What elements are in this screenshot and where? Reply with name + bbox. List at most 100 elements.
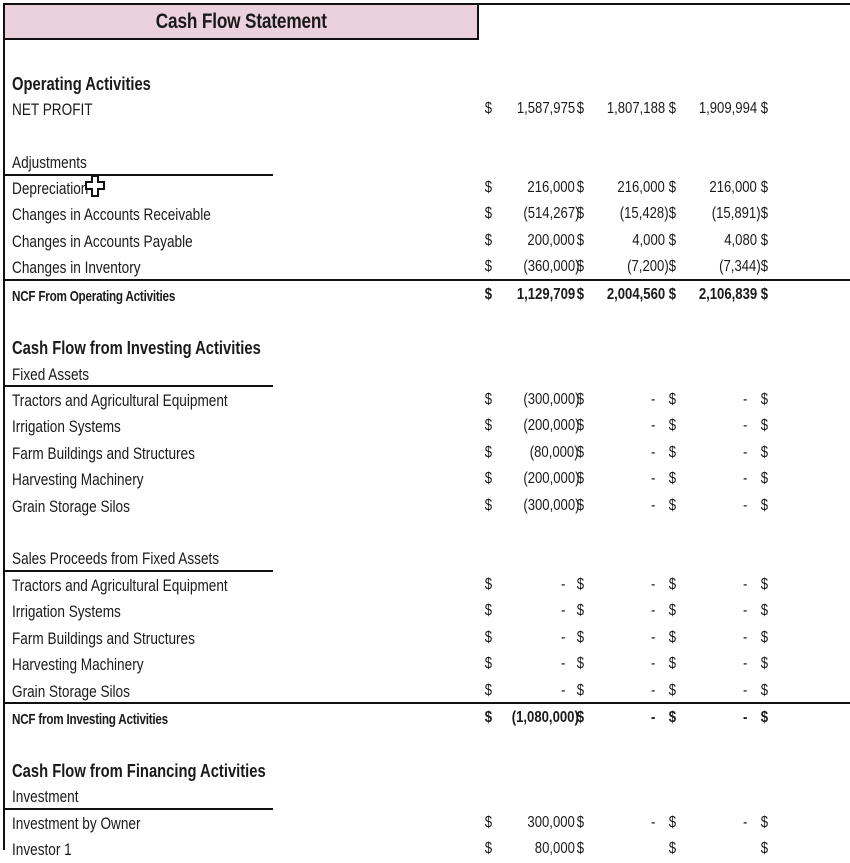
adjustment-row-label: Depreciation	[12, 179, 89, 198]
value-cell[interactable]: -	[651, 682, 655, 700]
value-cell[interactable]: -	[651, 417, 655, 435]
fixed-asset-row[interactable]: Irrigation Systems $ $ $ $ (200,000) - -	[5, 414, 850, 440]
value-cell[interactable]: (200,000)	[523, 417, 579, 435]
financing-heading[interactable]: Cash Flow from Financing Activities	[5, 758, 850, 784]
sales-proceeds-row[interactable]: Farm Buildings and Structures $ $ $ $ - - -	[5, 626, 850, 652]
value-cell[interactable]: -	[743, 655, 747, 673]
value-cell[interactable]: (15,428)	[620, 205, 669, 223]
investment-label[interactable]: Investment	[5, 784, 850, 810]
adjustment-row[interactable]: Depreciation $ $ $ $216,000 216,000 216,000	[5, 176, 850, 202]
investing-heading[interactable]: Cash Flow from Investing Activities	[5, 335, 850, 361]
value-cell[interactable]: -	[743, 444, 747, 462]
value-cell[interactable]: -	[743, 470, 747, 488]
value-cell[interactable]: (7,344)	[719, 258, 761, 276]
value-cell[interactable]: -	[743, 576, 747, 594]
value-cell[interactable]: 1,129,709	[517, 286, 575, 304]
currency-symbol: $	[668, 443, 677, 461]
sales-proceeds-row[interactable]: Irrigation Systems $ $ $ $ - - -	[5, 599, 850, 625]
sales-proceeds-row-label: Farm Buildings and Structures	[12, 628, 195, 648]
sales-proceeds-row[interactable]: Grain Storage Silos $ $ $ $ - - -	[5, 679, 850, 705]
currency-symbol: $	[576, 100, 585, 117]
value-cell[interactable]: -	[651, 470, 655, 488]
ncf-operating-row[interactable]: NCF From Operating Activities $ $ $ $1,129,7…	[5, 283, 850, 309]
section-underline	[5, 808, 273, 810]
ncf-investing-row[interactable]: NCF from Investing Activities $ $ $ $ (1,080,…	[5, 706, 850, 732]
value-cell[interactable]: 2,106,839	[699, 286, 757, 304]
financing-row-label: Investment by Owner	[12, 814, 141, 833]
currency-symbol: $	[484, 231, 493, 249]
value-cell[interactable]: -	[743, 602, 747, 620]
value-cell[interactable]: -	[743, 391, 747, 409]
value-cell[interactable]: -	[743, 814, 747, 832]
value-cell[interactable]: -	[651, 391, 655, 409]
value-cell[interactable]: (300,000)	[523, 497, 579, 515]
value-cell[interactable]: -	[651, 602, 655, 620]
adjustment-row[interactable]: Changes in Accounts Receivable $ $ $ $ (514,2…	[5, 202, 850, 228]
currency-symbol: $	[668, 602, 677, 620]
financing-row[interactable]: Investor 1 $ $ $ $80,000	[5, 837, 850, 863]
value-cell[interactable]: -	[651, 576, 655, 594]
value-cell[interactable]: 80,000	[535, 840, 575, 858]
value-cell[interactable]: -	[743, 497, 747, 515]
adjustment-row[interactable]: Changes in Inventory $ $ $ $ (360,000) (7,200)…	[5, 255, 850, 281]
cell-select-cursor-icon	[85, 175, 105, 197]
value-cell[interactable]: 4,080	[724, 232, 757, 250]
value-cell[interactable]: -	[651, 709, 655, 727]
value-cell[interactable]: -	[651, 629, 655, 647]
value-cell[interactable]: -	[651, 814, 655, 832]
value-cell[interactable]: -	[743, 682, 747, 700]
value-cell[interactable]: (200,000)	[523, 470, 579, 488]
value-cell[interactable]: (80,000)	[530, 444, 579, 462]
value-cell[interactable]: -	[743, 417, 747, 435]
currency-symbol: $	[668, 709, 677, 726]
currency-symbol: $	[668, 470, 677, 488]
page-title: Cash Flow Statement	[155, 9, 327, 33]
currency-symbol: $	[760, 840, 769, 858]
operating-heading[interactable]: Operating Activities	[5, 71, 850, 97]
sales-proceeds-row[interactable]: Tractors and Agricultural Equipment $ $ $ $ -…	[5, 573, 850, 599]
currency-symbol: $	[760, 814, 769, 831]
value-cell[interactable]: (1,080,000)	[512, 709, 579, 727]
sales-proceeds-row[interactable]: Harvesting Machinery $ $ $ $ - - -	[5, 652, 850, 678]
value-cell[interactable]: -	[561, 576, 565, 594]
value-cell[interactable]: -	[561, 682, 565, 700]
currency-symbol: $	[668, 496, 677, 514]
fixed-asset-row[interactable]: Harvesting Machinery $ $ $ $ (200,000) - -	[5, 467, 850, 493]
value-cell[interactable]: (514,267)	[523, 205, 579, 223]
value-cell[interactable]: -	[651, 497, 655, 515]
value-cell[interactable]: 2,004,560	[607, 286, 665, 304]
adjustment-row[interactable]: Changes in Accounts Payable $ $ $ $200,000 4,…	[5, 229, 850, 255]
financing-row[interactable]: Investment by Owner $ $ $ $300,000 - -	[5, 811, 850, 837]
net-profit-row[interactable]: NET PROFIT $ $ $ $1,587,975 1,807,188 1,909,99…	[5, 97, 850, 123]
currency-symbol: $	[576, 814, 585, 831]
value-cell[interactable]: 216,000	[528, 179, 575, 197]
currency-symbol: $	[576, 655, 585, 673]
fixed-asset-row[interactable]: Farm Buildings and Structures $ $ $ $ (80,000…	[5, 441, 850, 467]
value-cell[interactable]: 1,807,188	[607, 100, 665, 118]
value-cell[interactable]: 1,587,975	[517, 100, 575, 118]
value-cell[interactable]: (360,000)	[523, 258, 579, 276]
value-cell[interactable]: -	[743, 709, 747, 727]
value-cell[interactable]: 4,000	[632, 232, 665, 250]
value-cell[interactable]: (7,200)	[627, 258, 669, 276]
value-cell[interactable]: (300,000)	[523, 391, 579, 409]
adjustments-label[interactable]: Adjustments	[5, 150, 850, 176]
sales-proceeds-label[interactable]: Sales Proceeds from Fixed Assets	[5, 546, 850, 572]
value-cell[interactable]: 216,000	[618, 179, 665, 197]
value-cell[interactable]: -	[561, 602, 565, 620]
value-cell[interactable]: -	[561, 629, 565, 647]
fixed-asset-row[interactable]: Tractors and Agricultural Equipment $ $ $ $(…	[5, 388, 850, 414]
value-cell[interactable]: 216,000	[710, 179, 757, 197]
sales-proceeds-row-label: Grain Storage Silos	[12, 681, 130, 701]
value-cell[interactable]: 1,909,994	[699, 100, 757, 118]
value-cell[interactable]: 200,000	[528, 232, 575, 250]
value-cell[interactable]: 300,000	[528, 814, 575, 832]
value-cell[interactable]: -	[651, 655, 655, 673]
fixed-asset-row[interactable]: Grain Storage Silos $ $ $ $ (300,000) - -	[5, 494, 850, 520]
currency-symbol: $	[760, 628, 769, 646]
value-cell[interactable]: (15,891)	[712, 205, 761, 223]
value-cell[interactable]: -	[651, 444, 655, 462]
value-cell[interactable]: -	[561, 655, 565, 673]
value-cell[interactable]: -	[743, 629, 747, 647]
title-cell[interactable]: Cash Flow Statement	[3, 3, 479, 40]
